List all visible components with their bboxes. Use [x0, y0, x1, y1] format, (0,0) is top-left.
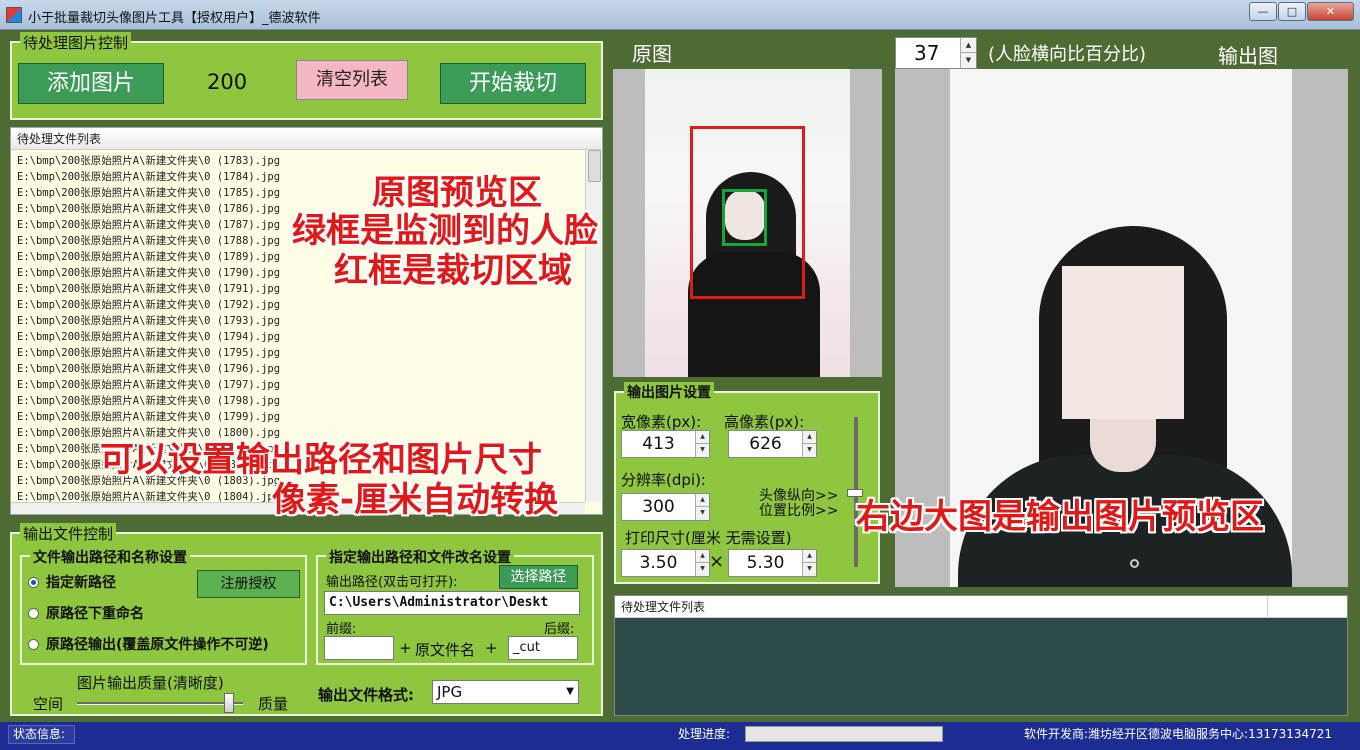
spin-up-icon[interactable]: ▲ — [695, 431, 709, 444]
developer-info: 软件开发商:潍坊经开区德波电脑服务中心:13173134721 — [1024, 727, 1333, 741]
spin-up-icon[interactable]: ▲ — [802, 431, 816, 444]
progress-label: 处理进度: — [678, 727, 731, 741]
print-size-label: 打印尺寸(厘米 无需设置) — [625, 529, 792, 547]
format-select[interactable]: JPG ▼ — [432, 680, 579, 704]
file-list-item[interactable]: E:\bmp\200张原始照片A\新建文件夹\0 (1796).jpg — [17, 361, 602, 377]
app-icon — [6, 7, 22, 23]
quality-title: 图片输出质量(清晰度) — [77, 674, 224, 692]
spin-up-icon[interactable]: ▲ — [695, 550, 709, 563]
file-list-item[interactable]: E:\bmp\200张原始照片A\新建文件夹\0 (1794).jpg — [17, 329, 602, 345]
spin-down-icon[interactable]: ▼ — [695, 563, 709, 576]
original-preview-title: 原图 — [632, 42, 672, 66]
output-photo-face — [1062, 266, 1184, 419]
rename-settings: 指定输出路径和文件改名设置 输出路径(双击可打开): 选择路径 C:\Users… — [316, 547, 594, 665]
detected-face-box — [722, 189, 767, 246]
path-settings-title: 文件输出路径和名称设置 — [30, 547, 190, 567]
spin-up-icon[interactable]: ▲ — [802, 550, 816, 563]
image-count: 200 — [207, 70, 248, 94]
print-width-spinner[interactable]: 3.50 ▲ ▼ — [621, 549, 710, 577]
image-settings-title: 输出图片设置 — [624, 382, 714, 402]
dpi-label: 分辨率(dpi): — [621, 471, 706, 489]
file-list-item[interactable]: E:\bmp\200张原始照片A\新建文件夹\0 (1795).jpg — [17, 345, 602, 361]
spin-down-icon[interactable]: ▼ — [802, 444, 816, 457]
print-height-spinner[interactable]: 5.30 ▲ ▼ — [728, 549, 817, 577]
radio-overwrite-original[interactable]: 原路径输出(覆盖原文件操作不可逆) — [28, 634, 269, 654]
quality-slider-thumb[interactable] — [224, 693, 234, 713]
annotation-conversion: 像素-厘米自动转换 — [272, 480, 559, 520]
scroll-thumb[interactable] — [588, 150, 601, 182]
output-preview-title: 输出图 — [1218, 44, 1278, 68]
quality-left-label: 空间 — [33, 695, 64, 713]
file-list-item[interactable]: E:\bmp\200张原始照片A\新建文件夹\0 (1798).jpg — [17, 393, 602, 409]
maximize-button[interactable]: □ — [1278, 2, 1306, 21]
position-label-2: 位置比例>> — [759, 503, 839, 519]
output-photo-neck — [1090, 412, 1156, 472]
progress-bar — [745, 726, 943, 742]
output-path-field[interactable]: C:\Users\Administrator\Deskt — [324, 591, 580, 615]
radio-rename-in-place[interactable]: 原路径下重命名 — [28, 603, 144, 623]
height-spinner[interactable]: 626 ▲ ▼ — [728, 430, 817, 458]
queue-header: 待处理文件列表 — [615, 596, 1347, 618]
queue-list[interactable]: 待处理文件列表 — [614, 595, 1348, 716]
register-button[interactable]: 注册授权 — [197, 570, 300, 598]
title-bar: 小于批量裁切头像图片工具【授权用户】_德波软件 — □ ✕ — [0, 0, 1360, 30]
file-list-item[interactable]: E:\bmp\200张原始照片A\新建文件夹\0 (1797).jpg — [17, 377, 602, 393]
output-photo-button — [1130, 559, 1139, 568]
spin-up-icon[interactable]: ▲ — [960, 38, 976, 53]
annotation-output-preview: 右边大图是输出图片预览区 — [856, 497, 1264, 537]
close-button[interactable]: ✕ — [1307, 2, 1354, 21]
window-title: 小于批量裁切头像图片工具【授权用户】_德波软件 — [28, 11, 321, 26]
pending-control-title: 待处理图片控制 — [20, 32, 132, 53]
path-name-settings: 文件输出路径和名称设置 指定新路径 原路径下重命名 原路径输出(覆盖原文件操作不… — [20, 547, 307, 665]
output-path-label: 输出路径(双击可打开): — [326, 575, 458, 590]
face-percent-spinner[interactable]: 37 ▲ ▼ — [895, 37, 977, 69]
minimize-button[interactable]: — — [1249, 2, 1277, 21]
start-crop-button[interactable]: 开始裁切 — [440, 63, 586, 104]
status-bar: 状态信息: 处理进度: 软件开发商:潍坊经开区德波电脑服务中心:13173134… — [0, 722, 1360, 750]
original-name-label: 原文件名 — [415, 641, 476, 659]
radio-icon[interactable] — [28, 639, 39, 650]
format-label: 输出文件格式: — [318, 686, 414, 704]
dpi-spinner[interactable]: 300 ▲ ▼ — [621, 493, 710, 521]
chevron-down-icon: ▼ — [566, 686, 574, 697]
spin-down-icon[interactable]: ▼ — [695, 507, 709, 520]
plus-sign: + — [485, 639, 498, 657]
prefix-field[interactable] — [324, 636, 394, 660]
times-sign: × — [709, 551, 725, 572]
file-list-item[interactable]: E:\bmp\200张原始照片A\新建文件夹\0 (1799).jpg — [17, 409, 602, 425]
file-list-item[interactable]: E:\bmp\200张原始照片A\新建文件夹\0 (1793).jpg — [17, 313, 602, 329]
radio-new-path[interactable]: 指定新路径 — [28, 572, 116, 592]
status-info-label: 状态信息: — [8, 725, 75, 744]
prefix-label: 前缀: — [326, 622, 357, 637]
radio-icon[interactable] — [28, 608, 39, 619]
quality-right-label: 质量 — [258, 695, 289, 713]
spin-up-icon[interactable]: ▲ — [695, 494, 709, 507]
suffix-label: 后缀: — [544, 622, 575, 637]
output-control-title: 输出文件控制 — [20, 523, 117, 544]
output-control-group: 输出文件控制 文件输出路径和名称设置 指定新路径 原路径下重命名 原路径输出(覆… — [10, 523, 603, 716]
plus-sign: + — [399, 639, 412, 657]
rename-settings-title: 指定输出路径和文件改名设置 — [326, 547, 514, 567]
spin-down-icon[interactable]: ▼ — [695, 444, 709, 457]
spin-down-icon[interactable]: ▼ — [960, 53, 976, 68]
file-list-header: 待处理文件列表 — [11, 128, 602, 150]
height-label: 高像素(px): — [724, 413, 805, 431]
width-spinner[interactable]: 413 ▲ ▼ — [621, 430, 710, 458]
annotation-red-box: 红框是裁切区域 — [334, 251, 572, 291]
spin-down-icon[interactable]: ▼ — [802, 563, 816, 576]
header-separator — [1267, 596, 1268, 618]
file-list-item[interactable]: E:\bmp\200张原始照片A\新建文件夹\0 (1792).jpg — [17, 297, 602, 313]
quality-slider-track[interactable] — [77, 702, 243, 705]
width-label: 宽像素(px): — [621, 413, 702, 431]
image-settings-group: 输出图片设置 宽像素(px): 高像素(px): 413 ▲ ▼ 626 ▲ ▼ 分辨率… — [614, 382, 880, 584]
add-images-button[interactable]: 添加图片 — [18, 63, 164, 104]
pending-control-group: 待处理图片控制 添加图片 200 清空列表 开始裁切 — [10, 32, 603, 120]
suffix-field[interactable]: _cut — [508, 636, 578, 660]
face-percent-label: (人脸横向比百分比) — [988, 44, 1147, 65]
clear-list-button[interactable]: 清空列表 — [296, 60, 408, 100]
radio-selected-icon[interactable] — [28, 577, 39, 588]
choose-path-button[interactable]: 选择路径 — [499, 565, 578, 589]
